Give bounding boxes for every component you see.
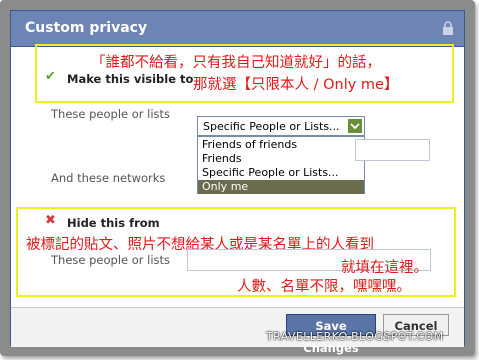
option-only-me[interactable]: Only me	[198, 180, 364, 194]
checkmark-icon: ✔	[45, 69, 56, 84]
hide-people-label: These people or lists	[51, 253, 171, 267]
hide-section-heading: Hide this from	[67, 216, 160, 230]
visible-people-label: These people or lists	[51, 107, 171, 121]
dialog-titlebar: Custom privacy	[11, 11, 464, 47]
visible-section-heading: Make this visible to	[67, 72, 194, 86]
visibility-dropdown-list: Friends of friends Friends Specific Peop…	[197, 136, 365, 194]
annotation-note1-line1: 「誰都不給看，只有我自己知道就好」的話，	[91, 55, 381, 71]
custom-privacy-dialog: Custom privacy 「誰都不給看，只有我自己知道就好」的話， 那就選【…	[10, 10, 465, 355]
chevron-down-icon[interactable]	[348, 119, 362, 133]
option-friends[interactable]: Friends	[198, 152, 364, 166]
lock-icon	[443, 21, 453, 35]
annotation-note2-line3: 人數、名單不限，嘿嘿嘿。	[237, 279, 411, 295]
annotation-note2-line2: 就填在這裡。	[341, 260, 428, 276]
visible-people-input[interactable]	[355, 139, 430, 161]
option-specific-people[interactable]: Specific People or Lists...	[198, 166, 364, 180]
visibility-select-value: Specific People or Lists...	[203, 120, 340, 133]
networks-label: And these networks	[51, 171, 166, 185]
dialog-title: Custom privacy	[25, 20, 148, 36]
visibility-select[interactable]: Specific People or Lists...	[197, 116, 365, 136]
x-icon: ✖	[45, 213, 56, 228]
watermark: TRAVELLERKO.BLOGSPOT.COM	[266, 330, 444, 343]
annotation-note1-line2: 那就選【只限本人 / Only me】	[193, 77, 399, 93]
option-friends-of-friends[interactable]: Friends of friends	[198, 138, 364, 152]
